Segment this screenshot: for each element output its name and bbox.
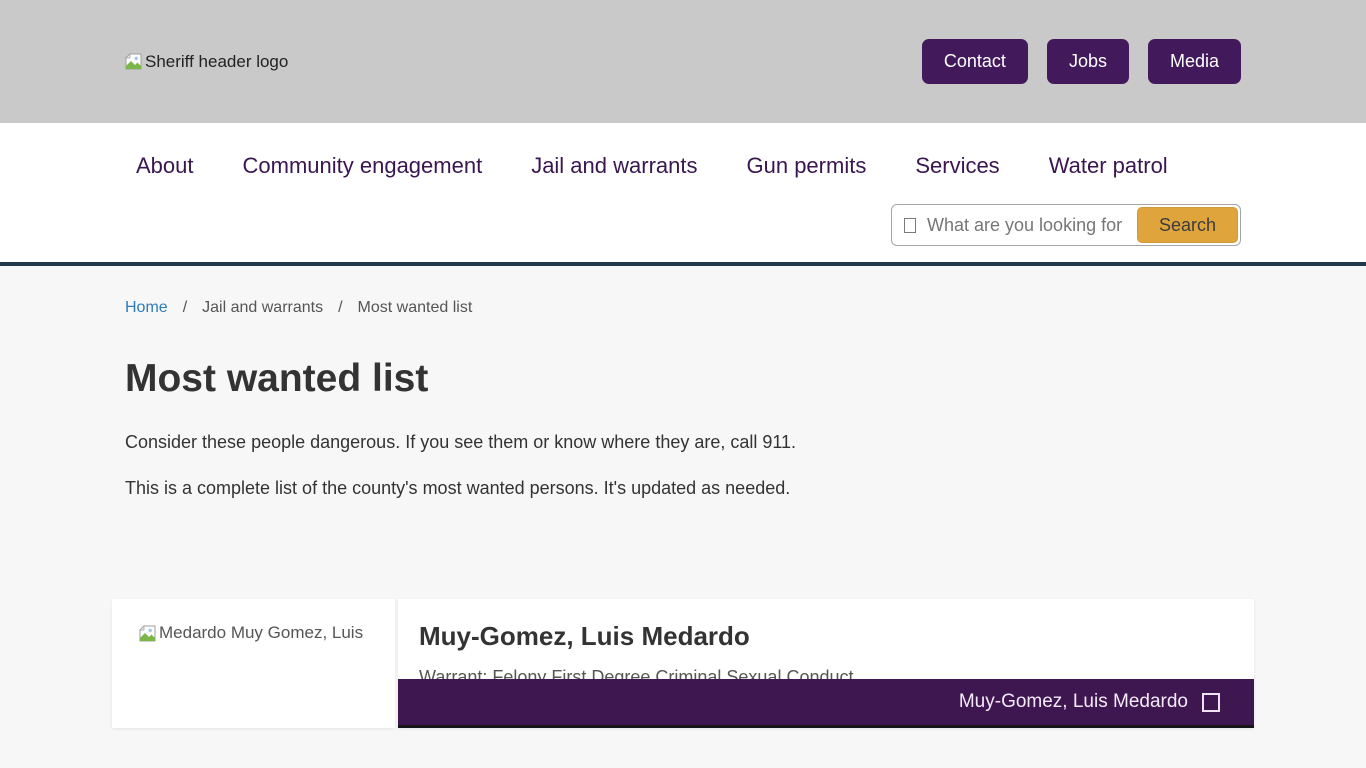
nav-item-water-patrol[interactable]: Water patrol <box>1049 153 1168 178</box>
wanted-photo-alt-text: Medardo Muy Gomez, Luis <box>159 623 363 643</box>
wanted-person-name: Muy-Gomez, Luis Medardo <box>419 621 1254 652</box>
header-button-group: Contact Jobs Media <box>922 39 1241 84</box>
site-search: Search <box>891 204 1241 246</box>
media-button[interactable]: Media <box>1148 39 1241 84</box>
breadcrumb-home-link[interactable]: Home <box>125 299 168 317</box>
header-logo[interactable]: Sheriff header logo <box>125 52 288 72</box>
broken-image-icon <box>125 53 142 70</box>
wanted-accordion-bar[interactable]: Muy-Gomez, Luis Medardo <box>398 679 1254 728</box>
site-header: Sheriff header logo Contact Jobs Media <box>0 0 1366 123</box>
header-logo-alt-text: Sheriff header logo <box>145 52 288 72</box>
search-icon <box>904 218 916 233</box>
contact-button[interactable]: Contact <box>922 39 1028 84</box>
accordion-bar-label: Muy-Gomez, Luis Medardo <box>959 691 1188 713</box>
main-nav: About Community engagement Jail and warr… <box>0 123 1366 266</box>
nav-item-services[interactable]: Services <box>915 153 999 178</box>
nav-item-about[interactable]: About <box>136 153 194 178</box>
accordion-toggle-icon <box>1202 693 1220 712</box>
broken-image-icon <box>139 625 156 642</box>
page-content: Home / Jail and warrants / Most wanted l… <box>0 299 1366 728</box>
breadcrumb: Home / Jail and warrants / Most wanted l… <box>125 299 1241 317</box>
breadcrumb-jail-and-warrants: Jail and warrants <box>202 299 323 317</box>
nav-item-jail-and-warrants[interactable]: Jail and warrants <box>531 153 697 178</box>
jobs-button[interactable]: Jobs <box>1047 39 1129 84</box>
intro-paragraph-danger: Consider these people dangerous. If you … <box>125 432 1241 453</box>
search-input[interactable] <box>927 215 1135 236</box>
breadcrumb-separator: / <box>183 299 187 317</box>
search-button[interactable]: Search <box>1137 207 1238 243</box>
page-title: Most wanted list <box>125 357 1241 401</box>
nav-links: About Community engagement Jail and warr… <box>136 153 1241 179</box>
breadcrumb-current-page: Most wanted list <box>358 299 473 317</box>
wanted-photo: Medardo Muy Gomez, Luis <box>112 599 395 728</box>
wanted-card: Medardo Muy Gomez, Luis Muy-Gomez, Luis … <box>112 599 1254 728</box>
nav-item-gun-permits[interactable]: Gun permits <box>747 153 867 178</box>
intro-paragraph-list-info: This is a complete list of the county's … <box>125 478 1241 499</box>
nav-item-community-engagement[interactable]: Community engagement <box>243 153 483 178</box>
breadcrumb-separator: / <box>338 299 342 317</box>
